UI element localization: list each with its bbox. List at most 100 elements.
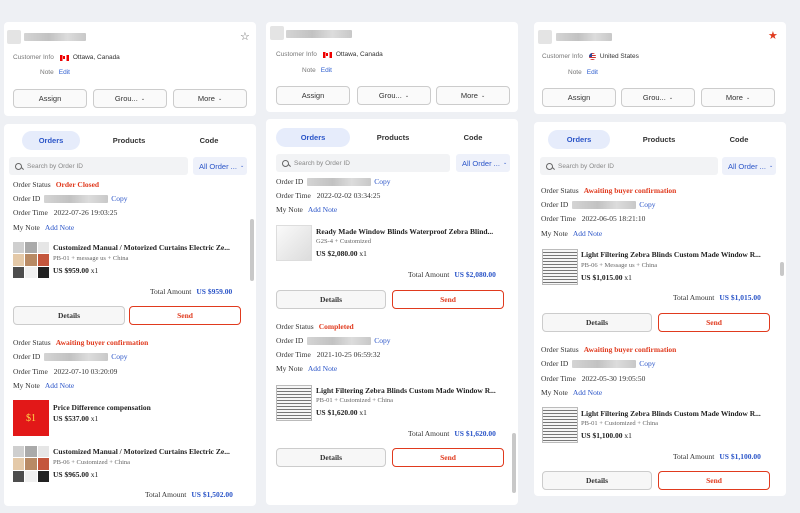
avatar <box>538 30 552 44</box>
add-note-link[interactable]: Add Note <box>573 388 602 397</box>
avatar <box>270 26 284 40</box>
tab-label: Orders <box>566 135 592 144</box>
search-input[interactable]: Search by Order ID <box>9 157 188 175</box>
add-note-link[interactable]: Add Note <box>308 364 337 373</box>
assign-button[interactable]: Assign <box>13 89 87 108</box>
edit-note-link[interactable]: Edit <box>59 69 70 76</box>
edit-note-link[interactable]: Edit <box>321 67 332 74</box>
order-time: 2022-07-26 19:03:25 <box>53 208 118 217</box>
customer-info-row: Customer Info Ottawa, Canada <box>276 51 383 58</box>
details-button[interactable]: Details <box>276 290 386 309</box>
product-sku: PB-01 + Customized + China <box>581 420 659 427</box>
my-note-label: My Note <box>276 205 303 214</box>
product-title[interactable]: Price Difference compensation <box>53 403 243 412</box>
note-label: Note <box>568 69 582 76</box>
my-note-label: My Note <box>541 388 568 397</box>
send-button[interactable]: Send <box>392 290 504 309</box>
total-value: US $1,100.00 <box>719 452 761 461</box>
assign-button[interactable]: Assign <box>276 86 350 105</box>
tab-products[interactable]: Products <box>364 128 422 147</box>
add-note-link[interactable]: Add Note <box>45 223 74 232</box>
group-dropdown[interactable]: Grou... ⌄ <box>357 86 431 105</box>
more-dropdown[interactable]: More ⌄ <box>701 88 775 107</box>
more-dropdown[interactable]: More ⌄ <box>173 89 247 108</box>
product-thumbnail <box>542 249 578 285</box>
scrollbar[interactable] <box>512 433 516 493</box>
product-thumbnail <box>276 385 312 421</box>
order-time: 2022-07-10 03:20:09 <box>53 367 118 376</box>
order-status-row: Order Status Order Closed <box>13 180 99 189</box>
tab-code[interactable]: Code <box>714 130 764 149</box>
assign-button[interactable]: Assign <box>542 88 616 107</box>
scrollbar[interactable] <box>250 219 254 281</box>
order-id-row: Order ID Copy <box>13 352 128 361</box>
note-row: My Note Add Note <box>13 223 74 232</box>
tab-products[interactable]: Products <box>630 130 688 149</box>
star-icon[interactable]: ★ <box>768 31 778 42</box>
details-button[interactable]: Details <box>13 306 125 325</box>
product-title[interactable]: Ready Made Window Blinds Waterproof Zebr… <box>316 227 506 236</box>
send-button[interactable]: Send <box>658 313 770 332</box>
order-id-row: Order ID Copy <box>276 336 391 345</box>
copy-link[interactable]: Copy <box>111 352 127 361</box>
order-id-label: Order ID <box>276 177 304 186</box>
details-label: Details <box>319 453 343 462</box>
status-badge: Order Closed <box>55 180 100 189</box>
more-label: More <box>197 94 215 103</box>
customer-name-redacted <box>556 33 612 41</box>
tab-label: Code <box>729 135 749 144</box>
tab-code[interactable]: Code <box>184 131 234 150</box>
tab-products[interactable]: Products <box>100 131 158 150</box>
note-row: My Note Add Note <box>541 388 602 397</box>
tab-code[interactable]: Code <box>448 128 498 147</box>
details-button[interactable]: Details <box>542 313 652 332</box>
chevron-down-icon: ⌄ <box>480 92 486 99</box>
copy-link[interactable]: Copy <box>374 336 390 345</box>
scrollbar[interactable] <box>780 262 784 276</box>
send-button[interactable]: Send <box>658 471 770 490</box>
tab-orders[interactable]: Orders <box>22 131 80 150</box>
send-button[interactable]: Send <box>129 306 241 325</box>
product-title[interactable]: Light Filtering Zebra Blinds Custom Made… <box>581 409 771 418</box>
copy-link[interactable]: Copy <box>111 194 127 203</box>
group-dropdown[interactable]: Grou... ⌄ <box>93 89 167 108</box>
copy-link[interactable]: Copy <box>374 177 390 186</box>
details-button[interactable]: Details <box>276 448 386 467</box>
star-icon[interactable]: ☆ <box>240 32 250 43</box>
product-title[interactable]: Customized Manual / Motorized Curtains E… <box>53 243 243 252</box>
tab-orders[interactable]: Orders <box>276 128 350 147</box>
product-title[interactable]: Light Filtering Zebra Blinds Custom Made… <box>581 250 771 259</box>
search-input[interactable]: Search by Order ID <box>540 157 718 175</box>
chevron-down-icon: ⌄ <box>404 92 410 99</box>
send-label: Send <box>706 476 722 485</box>
total-label: Total Amount <box>408 270 450 279</box>
customer-card: ☆ Customer Info Ottawa, Canada Note Edit… <box>4 22 256 116</box>
add-note-link[interactable]: Add Note <box>308 205 337 214</box>
product-thumbnail <box>13 242 49 278</box>
more-dropdown[interactable]: More ⌄ <box>436 86 510 105</box>
group-dropdown[interactable]: Grou... ⌄ <box>621 88 695 107</box>
product-title[interactable]: Light Filtering Zebra Blinds Custom Made… <box>316 386 506 395</box>
send-button[interactable]: Send <box>392 448 504 467</box>
total-label: Total Amount <box>673 452 715 461</box>
order-id-label: Order ID <box>13 352 41 361</box>
edit-note-link[interactable]: Edit <box>587 69 598 76</box>
price: US $959.00 <box>53 266 89 275</box>
chevron-down-icon: ⌄ <box>745 94 751 101</box>
order-status-label: Order Status <box>541 345 579 354</box>
tab-label: Products <box>376 133 410 142</box>
order-id-redacted <box>44 194 109 203</box>
order-filter-dropdown[interactable]: All Order ... ⌄ <box>193 157 247 175</box>
assign-label: Assign <box>38 94 62 103</box>
search-input[interactable]: Search by Order ID <box>276 154 450 172</box>
order-filter-dropdown[interactable]: All Order ... ⌄ <box>722 157 776 175</box>
copy-link[interactable]: Copy <box>639 200 655 209</box>
order-filter-dropdown[interactable]: All Order ... ⌄ <box>456 154 510 172</box>
add-note-link[interactable]: Add Note <box>573 229 602 238</box>
copy-link[interactable]: Copy <box>639 359 655 368</box>
tab-orders[interactable]: Orders <box>548 130 610 149</box>
order-time-label: Order Time <box>541 374 576 383</box>
product-title[interactable]: Customized Manual / Motorized Curtains E… <box>53 447 243 456</box>
add-note-link[interactable]: Add Note <box>45 381 74 390</box>
details-button[interactable]: Details <box>542 471 652 490</box>
